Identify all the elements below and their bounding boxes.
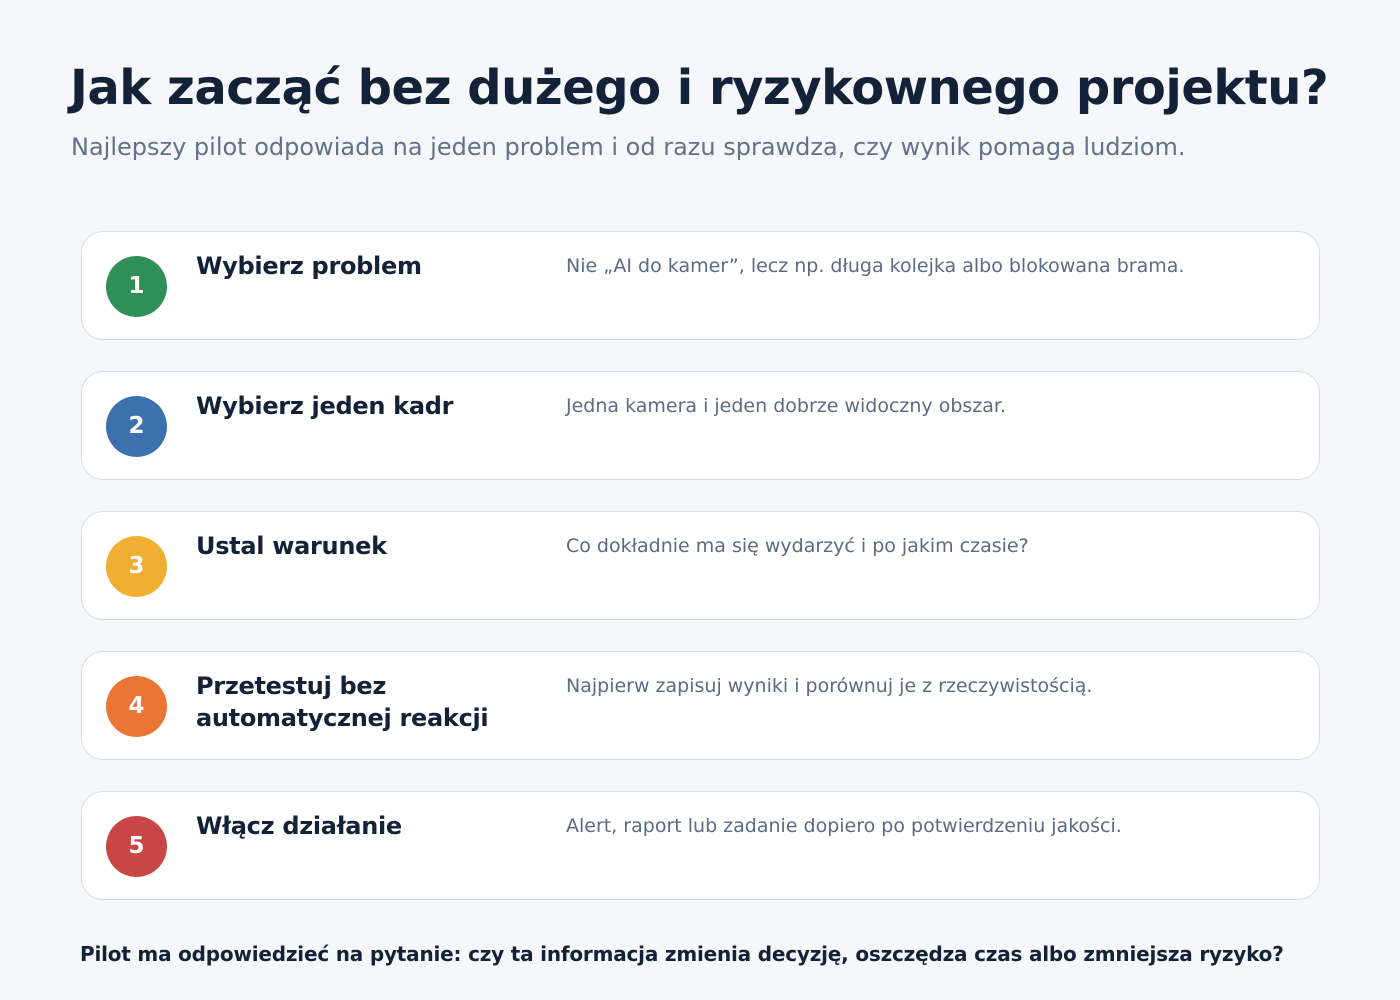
step-title: Przetestuj bez automatycznej reakcji xyxy=(196,672,489,732)
step-description: Najpierw zapisuj wyniki i porównuj je z … xyxy=(566,675,1093,697)
step-title: Wybierz problem xyxy=(196,252,422,280)
step-card-4: 4 Przetestuj bez automatycznej reakcji N… xyxy=(81,651,1320,760)
step-description: Jedna kamera i jeden dobrze widoczny obs… xyxy=(566,395,1007,417)
step-title: Wybierz jeden kadr xyxy=(196,392,454,420)
step-card-1: 1 Wybierz problem Nie „AI do kamer”, lec… xyxy=(81,231,1320,340)
step-number-badge: 2 xyxy=(106,396,167,457)
step-number-badge: 1 xyxy=(106,256,167,317)
step-description: Nie „AI do kamer”, lecz np. długa kolejk… xyxy=(566,255,1185,277)
step-number-badge: 5 xyxy=(106,816,167,877)
footer-note: Pilot ma odpowiedzieć na pytanie: czy ta… xyxy=(80,942,1284,966)
step-card-2: 2 Wybierz jeden kadr Jedna kamera i jede… xyxy=(81,371,1320,480)
step-title: Ustal warunek xyxy=(196,532,387,560)
step-description: Alert, raport lub zadanie dopiero po pot… xyxy=(566,815,1122,837)
steps-list: 1 Wybierz problem Nie „AI do kamer”, lec… xyxy=(81,231,1320,931)
step-number-badge: 3 xyxy=(106,536,167,597)
page-subtitle: Najlepszy pilot odpowiada na jeden probl… xyxy=(71,133,1186,161)
step-card-5: 5 Włącz działanie Alert, raport lub zada… xyxy=(81,791,1320,900)
step-description: Co dokładnie ma się wydarzyć i po jakim … xyxy=(566,535,1029,557)
step-number-badge: 4 xyxy=(106,676,167,737)
page-title: Jak zacząć bez dużego i ryzykownego proj… xyxy=(70,60,1329,116)
step-title: Włącz działanie xyxy=(196,812,402,840)
step-card-3: 3 Ustal warunek Co dokładnie ma się wyda… xyxy=(81,511,1320,620)
